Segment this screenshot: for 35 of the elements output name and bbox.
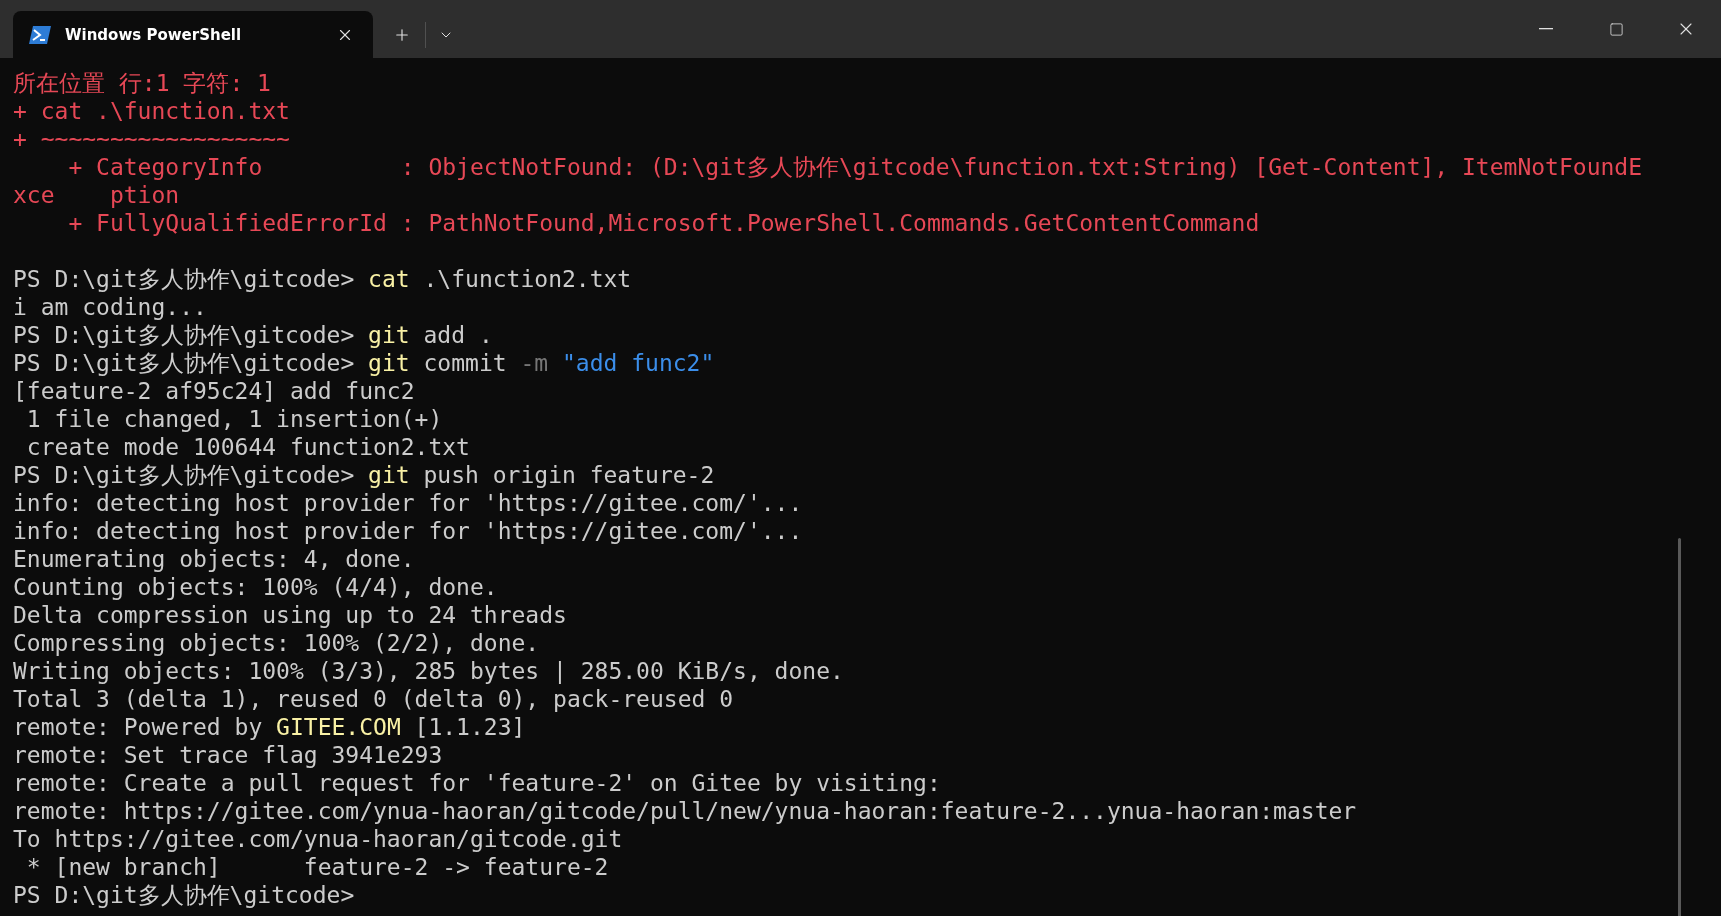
terminal-line: + FullyQualifiedErrorId : PathNotFound,Microsoft.PowerShell.Commands.GetContentCommand <box>67 209 1260 237</box>
terminal-line: + CategoryInfo : ObjectNotFound: (D:\git多人协作\gitcode\function.txt:String) [Get-Content], ItemNotFoundE <box>67 153 1643 181</box>
terminal-line: + cat .\function.txt <box>13 97 290 125</box>
terminal-line: Counting objects: 100% (4/4), done. <box>13 573 498 601</box>
terminal-line: PS D:\git多人协作\gitcode> cat .\function2.txt <box>13 265 632 293</box>
tab-title: Windows PowerShell <box>65 25 243 44</box>
terminal-line: To https://gitee.com/ynua-haoran/gitcode.git <box>13 825 623 853</box>
terminal-line: Compressing objects: 100% (2/2), done. <box>13 629 540 657</box>
terminal-line: Writing objects: 100% (3/3), 285 bytes | 285.00 KiB/s, done. <box>13 657 844 685</box>
terminal-line: remote: Create a pull request for 'feature-2' on Gitee by visiting: <box>13 769 941 797</box>
terminal-line: PS D:\git多人协作\gitcode> git add . <box>13 321 493 349</box>
terminal-line: + ~~~~~~~~~~~~~~~~~~ <box>13 125 290 153</box>
terminal-line: 所在位置 行:1 字符: 1 <box>13 69 271 97</box>
terminal-line: remote: Set trace flag 3941e293 <box>13 741 443 769</box>
terminal-line: Enumerating objects: 4, done. <box>13 545 415 573</box>
terminal-line: PS D:\git多人协作\gitcode> <box>13 881 355 909</box>
terminal-line: info: detecting host provider for 'https://gitee.com/'... <box>13 489 803 517</box>
terminal-line: i am coding... <box>13 293 207 321</box>
minimize-icon <box>1539 28 1553 30</box>
terminal-line: Total 3 (delta 1), reused 0 (delta 0), pack-reused 0 <box>13 685 734 713</box>
terminal-line: [feature-2 af95c24] add func2 <box>13 377 415 405</box>
terminal-line: PS D:\git多人协作\gitcode> git push origin feature-2 <box>13 461 715 489</box>
terminal-line: remote: https://gitee.com/ynua-haoran/gitcode/pull/new/ynua-haoran:feature-2...ynua-haoran:master <box>13 797 1357 825</box>
terminal-line: xce ption <box>13 181 180 209</box>
terminal-line: Delta compression using up to 24 threads <box>13 601 567 629</box>
terminal-line: 1 file changed, 1 insertion(+) <box>25 405 443 433</box>
terminal-line: remote: Powered by GITEE.COM [1.1.23] <box>13 713 526 741</box>
terminal-tab[interactable]: Windows PowerShell <box>13 11 373 58</box>
terminal-line: info: detecting host provider for 'https://gitee.com/'... <box>13 517 803 545</box>
terminal-line: create mode 100644 function2.txt <box>25 433 470 461</box>
terminal-line: * [new branch] feature-2 -> feature-2 <box>25 853 609 881</box>
terminal-line: PS D:\git多人协作\gitcode> git commit -m "add func2" <box>13 349 715 377</box>
maximize-icon <box>1608 21 1624 37</box>
scrollbar[interactable] <box>1678 538 1681 916</box>
powershell-icon <box>29 25 51 44</box>
